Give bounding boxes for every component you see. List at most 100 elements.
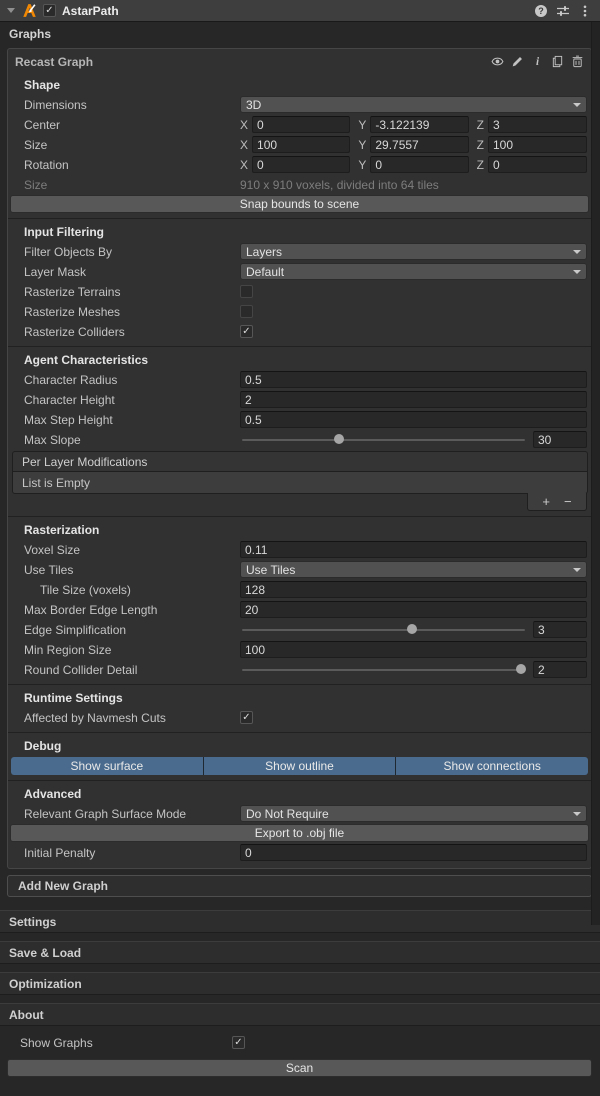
list-footer: +− xyxy=(527,493,587,511)
initial-penalty-input[interactable] xyxy=(240,844,587,861)
button-snap-bounds-to-scene[interactable]: Snap bounds to scene xyxy=(10,195,589,213)
foldout-header-label: Optimization xyxy=(9,977,82,991)
field-label-size: Size xyxy=(24,138,240,152)
slider-track xyxy=(242,669,525,671)
remove-item-button[interactable]: − xyxy=(564,495,572,508)
toggle-show-outline[interactable]: Show outline xyxy=(204,757,396,775)
field-control xyxy=(240,325,587,338)
field-label-rasterize-colliders: Rasterize Colliders xyxy=(24,325,240,339)
duplicate-icon[interactable] xyxy=(551,55,564,68)
size-y-input[interactable] xyxy=(370,136,468,153)
center-z-input[interactable] xyxy=(488,116,587,133)
add-new-graph-button[interactable]: Add New Graph xyxy=(7,875,592,897)
axis-label-y: Y xyxy=(358,138,366,152)
center-y-input[interactable] xyxy=(370,116,468,133)
svg-text:?: ? xyxy=(538,6,544,16)
slider-round-collider-detail[interactable] xyxy=(240,661,527,678)
scrollbar-gutter[interactable] xyxy=(591,22,600,925)
dropdown-relevant-graph-surface-mode[interactable]: Do Not Require xyxy=(240,805,587,822)
foldout-header-settings[interactable]: Settings xyxy=(0,910,600,933)
dropdown-value: Use Tiles xyxy=(246,563,295,577)
center-x-input[interactable] xyxy=(252,116,350,133)
slider-handle[interactable] xyxy=(516,664,526,674)
pencil-icon[interactable] xyxy=(511,55,524,68)
row-center: CenterXYZ xyxy=(8,115,591,134)
foldout-header-label: Save & Load xyxy=(9,946,81,960)
show-graphs-row: Show Graphs xyxy=(0,1033,600,1052)
dropdown-layer-mask[interactable]: Default xyxy=(240,263,587,280)
row-max-slope: Max Slope xyxy=(8,430,591,449)
bottom-headers: Settings Save & Load Optimization About xyxy=(0,910,600,1026)
rotation-x-input[interactable] xyxy=(252,156,350,173)
field-control xyxy=(240,391,587,408)
section-divider xyxy=(8,684,591,685)
voxel-size-input[interactable] xyxy=(240,541,587,558)
max-step-height-input[interactable] xyxy=(240,411,587,428)
row-rasterize-colliders: Rasterize Colliders xyxy=(8,322,591,341)
graph-title-row[interactable]: Recast Graph i xyxy=(8,51,591,72)
character-radius-input[interactable] xyxy=(240,371,587,388)
section-divider xyxy=(8,346,591,347)
scan-row: Scan xyxy=(7,1059,592,1077)
presets-icon[interactable] xyxy=(555,3,571,19)
axis-group-x: X xyxy=(240,136,350,153)
tile-size-voxels-input[interactable] xyxy=(240,581,587,598)
checkbox-rasterize-meshes[interactable] xyxy=(240,305,253,318)
round-collider-detail-value-input[interactable] xyxy=(533,661,587,678)
axis-group-y: Y xyxy=(358,156,468,173)
help-icon[interactable]: ? xyxy=(533,3,549,19)
trash-icon[interactable] xyxy=(571,55,584,68)
edge-simplification-value-input[interactable] xyxy=(533,621,587,638)
foldout-header-optimization[interactable]: Optimization xyxy=(0,972,600,995)
axis-label-z: Z xyxy=(477,118,484,132)
size-x-input[interactable] xyxy=(252,136,350,153)
dropdown-value: 3D xyxy=(246,98,261,112)
graph-title: Recast Graph xyxy=(15,55,93,69)
slider-max-slope[interactable] xyxy=(240,431,527,448)
toggle-show-connections[interactable]: Show connections xyxy=(396,757,588,775)
scan-button[interactable]: Scan xyxy=(7,1059,592,1077)
slider-handle[interactable] xyxy=(407,624,417,634)
menu-kebab-icon[interactable] xyxy=(577,3,593,19)
foldout-header-save-load[interactable]: Save & Load xyxy=(0,941,600,964)
show-graphs-checkbox[interactable] xyxy=(232,1036,245,1049)
dropdown-dimensions[interactable]: 3D xyxy=(240,96,587,113)
field-control xyxy=(240,711,587,724)
min-region-size-input[interactable] xyxy=(240,641,587,658)
info-icon[interactable]: i xyxy=(531,55,544,68)
dropdown-use-tiles[interactable]: Use Tiles xyxy=(240,561,587,578)
field-label-center: Center xyxy=(24,118,240,132)
slider-handle[interactable] xyxy=(334,434,344,444)
section-header-label: Shape xyxy=(24,78,60,92)
slider-edge-simplification[interactable] xyxy=(240,621,527,638)
axis-label-x: X xyxy=(240,118,248,132)
section-divider xyxy=(8,218,591,219)
axis-group-y: Y xyxy=(358,136,468,153)
checkbox-affected-by-navmesh-cuts[interactable] xyxy=(240,711,253,724)
size-z-input[interactable] xyxy=(488,136,587,153)
toggle-show-surface[interactable]: Show surface xyxy=(11,757,203,775)
eye-icon[interactable] xyxy=(491,55,504,68)
checkbox-rasterize-terrains[interactable] xyxy=(240,285,253,298)
axis-group-z: Z xyxy=(477,156,587,173)
foldout-arrow-icon[interactable] xyxy=(7,8,15,13)
graph-title-icons: i xyxy=(491,55,584,68)
per-layer-modifications-list: Per Layer ModificationsList is Empty xyxy=(12,451,588,494)
foldout-header-about[interactable]: About xyxy=(0,1003,600,1026)
row-round-collider-detail: Round Collider Detail xyxy=(8,660,591,679)
dropdown-filter-objects-by[interactable]: Layers xyxy=(240,243,587,260)
character-height-input[interactable] xyxy=(240,391,587,408)
rotation-z-input[interactable] xyxy=(488,156,587,173)
checkbox-rasterize-colliders[interactable] xyxy=(240,325,253,338)
graphs-section-header[interactable]: Graphs xyxy=(0,22,600,45)
add-item-button[interactable]: + xyxy=(542,495,550,508)
rotation-y-input[interactable] xyxy=(370,156,468,173)
list-header[interactable]: Per Layer Modifications xyxy=(12,451,588,471)
field-label-dimensions: Dimensions xyxy=(24,98,240,112)
row-edge-simplification: Edge Simplification xyxy=(8,620,591,639)
button-export-to-obj-file[interactable]: Export to .obj file xyxy=(10,824,589,842)
component-enabled-checkbox[interactable] xyxy=(43,4,56,17)
max-slope-value-input[interactable] xyxy=(533,431,587,448)
row-max-step-height: Max Step Height xyxy=(8,410,591,429)
max-border-edge-length-input[interactable] xyxy=(240,601,587,618)
